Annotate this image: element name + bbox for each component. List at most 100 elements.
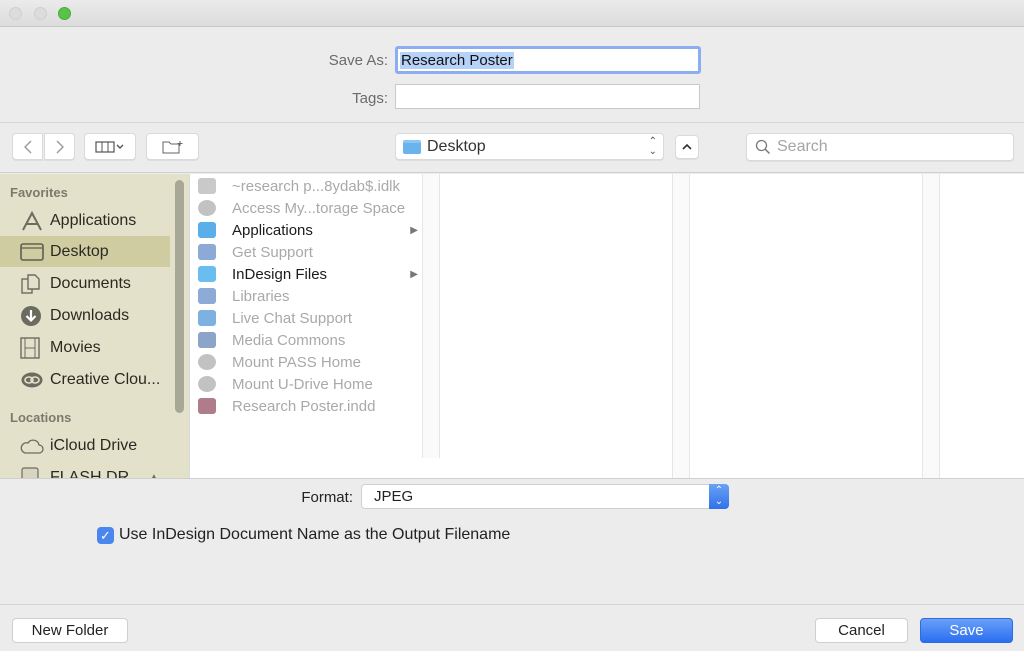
app-icon [198,332,216,348]
file-row[interactable]: Applications ▶ [190,219,422,241]
sidebar-item-creative-cloud[interactable]: Creative Clou... [0,364,170,395]
file-browser: ~research p...8ydab$.idlk Access My...tor… [189,174,1024,478]
back-button[interactable] [12,133,43,160]
sidebar-item-flash-drive[interactable]: FLASH DR... ▲ [0,462,170,478]
file-name: Mount PASS Home [232,353,361,371]
file-name: Applications [232,221,313,239]
enclosing-folder-button[interactable] [675,135,699,159]
app-icon [198,288,216,304]
save-header: Save As: Research Poster Tags: [0,27,1024,123]
new-folder-toolbar-button[interactable] [146,133,199,160]
desktop-column: ~research p...8ydab$.idlk Access My...tor… [190,174,422,458]
sidebar-item-applications[interactable]: Applications [0,205,170,236]
footer-divider [0,604,1024,605]
search-field[interactable]: Search [746,133,1014,161]
view-mode-button[interactable] [84,133,136,160]
close-window-button[interactable] [9,7,22,20]
checkmark-icon: ✓ [100,528,111,543]
save-as-label: Save As: [328,52,388,69]
sidebar-item-movies[interactable]: Movies [0,332,170,363]
file-name: Media Commons [232,331,346,349]
drive-icon [20,466,48,478]
location-label: Desktop [427,137,486,155]
file-row: Get Support [190,241,422,263]
cloud-icon [20,438,48,454]
sidebar-item-label: Downloads [50,306,130,324]
file-row: Access My...torage Space [190,197,422,219]
cancel-button[interactable]: Cancel [815,618,908,643]
sidebar-item-label: Movies [50,338,101,356]
app-icon [198,310,216,326]
file-name: Live Chat Support [232,309,353,327]
locations-heading: Locations [10,410,72,425]
format-value: JPEG [374,488,414,505]
disclosure-arrow-icon: ▶ [410,268,418,280]
sidebar-item-label: FLASH DR... [50,468,143,479]
file-name: Get Support [232,243,313,261]
file-row: Mount PASS Home [190,351,422,373]
sidebar-item-label: iCloud Drive [50,436,138,454]
movies-icon [20,336,48,359]
file-name: Research Poster.indd [232,397,376,415]
network-alias-icon [198,200,216,216]
sidebar-item-label: Desktop [50,242,109,260]
folder-icon [198,266,216,282]
file-row[interactable]: InDesign Files ▶ [190,263,422,285]
tags-label: Tags: [352,90,388,107]
file-row: Libraries [190,285,422,307]
sidebar-item-label: Documents [50,274,131,292]
column-resize-handle[interactable] [422,174,440,458]
sidebar-item-documents[interactable]: Documents [0,268,170,299]
chevron-up-icon [682,143,692,150]
file-row: Live Chat Support [190,307,422,329]
location-popup[interactable]: Desktop ⌃ ⌄ [395,133,664,160]
minimize-window-button[interactable] [34,7,47,20]
file-name: InDesign Files [232,265,328,283]
zoom-window-button[interactable] [58,7,71,20]
chevron-right-icon [56,140,64,153]
sidebar-item-label: Creative Clou... [50,370,161,388]
save-button[interactable]: Save [920,618,1013,643]
column-resize-handle[interactable] [672,174,690,478]
tags-input[interactable] [395,84,700,109]
save-as-value: Research Poster [400,52,514,69]
file-name: ~research p...8ydab$.idlk [232,177,401,195]
sidebar-item-label: Applications [50,211,137,229]
file-row: Research Poster.indd [190,395,422,417]
forward-button[interactable] [44,133,75,160]
format-select[interactable]: JPEG ⌃ ⌄ [361,484,729,509]
network-alias-icon [198,354,216,370]
sidebar-scrollbar[interactable] [175,180,184,413]
save-options: Format: JPEG ⌃ ⌄ ✓ Use InDesign Document … [0,478,1024,651]
navigation-toolbar: Desktop ⌃ ⌄ Search [0,123,1024,173]
column-view-icon [95,140,124,153]
search-icon [755,139,771,155]
creative-cloud-icon [20,371,48,389]
title-bar [0,0,1024,27]
use-doc-name-label: Use InDesign Document Name as the Output… [119,526,511,543]
sidebar-item-desktop[interactable]: Desktop [0,236,170,267]
lock-file-icon [198,178,216,194]
file-name: Mount U-Drive Home [232,375,373,393]
up-down-chevron-icon: ⌃ ⌄ [709,484,729,509]
sidebar-item-icloud-drive[interactable]: iCloud Drive [0,430,170,461]
file-name: Libraries [232,287,290,305]
up-down-chevron-icon: ⌃ ⌄ [648,136,657,157]
folder-plus-icon [162,140,182,153]
sidebar-item-downloads[interactable]: Downloads [0,300,170,331]
folder-alias-icon [198,222,216,238]
app-icon [198,244,216,260]
new-folder-button[interactable]: New Folder [12,618,128,643]
documents-icon [20,273,48,295]
file-row: Media Commons [190,329,422,351]
save-as-input[interactable]: Research Poster [395,46,701,74]
file-row: Mount U-Drive Home [190,373,422,395]
file-name: Access My...torage Space [232,199,406,217]
column-resize-handle[interactable] [922,174,940,478]
network-alias-icon [198,376,216,392]
search-placeholder: Search [777,138,828,155]
use-doc-name-checkbox[interactable]: ✓ [97,527,114,544]
indesign-file-icon [198,398,216,414]
downloads-icon [20,305,48,327]
desktop-icon [20,242,48,261]
